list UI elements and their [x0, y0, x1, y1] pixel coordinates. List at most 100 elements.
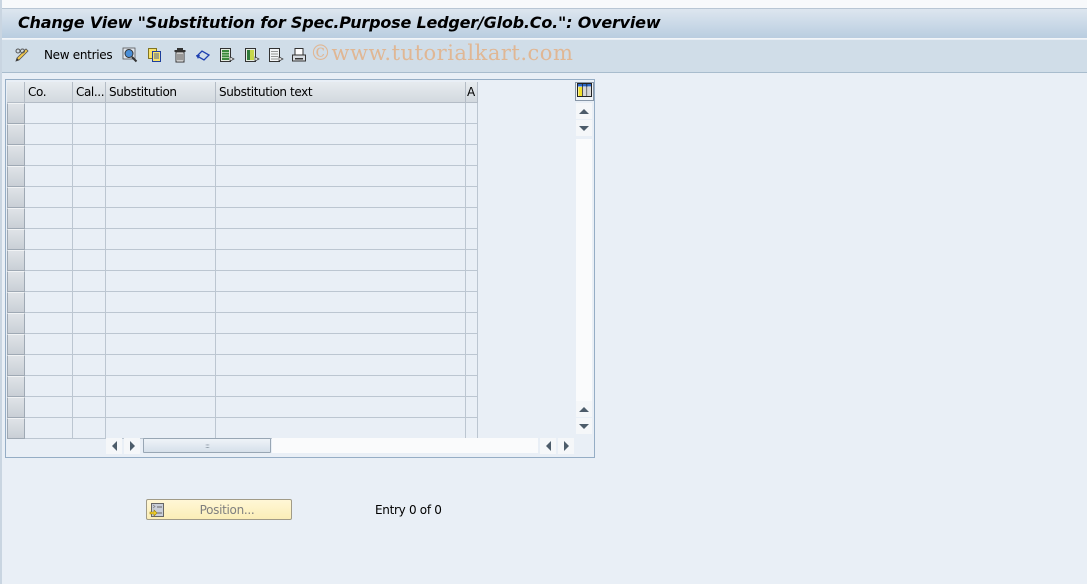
cell-company[interactable] — [25, 166, 73, 187]
cell-a[interactable] — [466, 334, 478, 355]
delete-button[interactable] — [172, 46, 188, 64]
row-selector[interactable] — [7, 145, 25, 166]
cell-a[interactable] — [466, 271, 478, 292]
cell-a[interactable] — [466, 397, 478, 418]
row-selector[interactable] — [7, 250, 25, 271]
horizontal-scroll-thumb[interactable]: ::: — [143, 438, 271, 453]
row-selector[interactable] — [7, 229, 25, 250]
cell-substitution[interactable] — [106, 397, 216, 418]
undo-change-button[interactable] — [195, 46, 211, 64]
scroll-down-button[interactable] — [576, 418, 592, 434]
cell-callup[interactable] — [73, 334, 106, 355]
copy-as-button[interactable] — [147, 46, 163, 64]
row-selector[interactable] — [7, 292, 25, 313]
cell-substitution-text[interactable] — [216, 418, 466, 439]
row-selector[interactable] — [7, 271, 25, 292]
cell-substitution[interactable] — [106, 292, 216, 313]
cell-company[interactable] — [25, 355, 73, 376]
cell-substitution[interactable] — [106, 334, 216, 355]
cell-substitution[interactable] — [106, 166, 216, 187]
cell-a[interactable] — [466, 292, 478, 313]
scroll-up-button[interactable] — [576, 401, 592, 417]
cell-substitution-text[interactable] — [216, 376, 466, 397]
cell-company[interactable] — [25, 103, 73, 124]
cell-a[interactable] — [466, 103, 478, 124]
cell-substitution-text[interactable] — [216, 355, 466, 376]
position-button[interactable]: Position... — [146, 499, 292, 520]
cell-company[interactable] — [25, 187, 73, 208]
cell-substitution-text[interactable] — [216, 250, 466, 271]
cell-company[interactable] — [25, 397, 73, 418]
vertical-scroll-track[interactable] — [576, 139, 592, 401]
row-selector[interactable] — [7, 313, 25, 334]
cell-callup[interactable] — [73, 418, 106, 439]
cell-a[interactable] — [466, 250, 478, 271]
cell-company[interactable] — [25, 376, 73, 397]
details-button[interactable] — [122, 46, 138, 64]
cell-substitution[interactable] — [106, 313, 216, 334]
scroll-right-end-button[interactable] — [558, 438, 574, 454]
cell-substitution-text[interactable] — [216, 166, 466, 187]
cell-callup[interactable] — [73, 271, 106, 292]
cell-a[interactable] — [466, 418, 478, 439]
row-selector[interactable] — [7, 418, 25, 439]
cell-substitution[interactable] — [106, 145, 216, 166]
cell-substitution-text[interactable] — [216, 229, 466, 250]
deselect-all-button[interactable] — [268, 46, 284, 64]
cell-a[interactable] — [466, 208, 478, 229]
scroll-right-button[interactable] — [124, 438, 140, 454]
select-all-button[interactable] — [219, 46, 235, 64]
cell-substitution[interactable] — [106, 187, 216, 208]
cell-substitution[interactable] — [106, 208, 216, 229]
cell-company[interactable] — [25, 292, 73, 313]
cell-substitution-text[interactable] — [216, 313, 466, 334]
col-header-substitution-text[interactable]: Substitution text — [216, 82, 466, 103]
scroll-page-down-button[interactable] — [576, 120, 592, 136]
column-configuration-button[interactable] — [575, 82, 594, 101]
cell-substitution[interactable] — [106, 250, 216, 271]
cell-a[interactable] — [466, 166, 478, 187]
row-selector[interactable] — [7, 166, 25, 187]
col-header-a[interactable]: A — [466, 82, 478, 103]
row-selector[interactable] — [7, 124, 25, 145]
cell-substitution[interactable] — [106, 124, 216, 145]
new-entries-button[interactable]: New entries — [14, 46, 113, 64]
cell-substitution[interactable] — [106, 103, 216, 124]
cell-callup[interactable] — [73, 250, 106, 271]
cell-company[interactable] — [25, 124, 73, 145]
cell-substitution-text[interactable] — [216, 292, 466, 313]
cell-substitution[interactable] — [106, 271, 216, 292]
cell-substitution-text[interactable] — [216, 334, 466, 355]
cell-a[interactable] — [466, 229, 478, 250]
cell-callup[interactable] — [73, 208, 106, 229]
cell-substitution[interactable] — [106, 355, 216, 376]
cell-callup[interactable] — [73, 355, 106, 376]
cell-substitution-text[interactable] — [216, 124, 466, 145]
cell-a[interactable] — [466, 124, 478, 145]
scroll-left-button[interactable] — [106, 438, 122, 454]
cell-substitution-text[interactable] — [216, 145, 466, 166]
col-header-substitution[interactable]: Substitution — [106, 82, 216, 103]
col-header-callup[interactable]: Cal... — [73, 82, 106, 103]
cell-substitution-text[interactable] — [216, 103, 466, 124]
row-selector[interactable] — [7, 103, 25, 124]
cell-company[interactable] — [25, 334, 73, 355]
cell-a[interactable] — [466, 145, 478, 166]
cell-callup[interactable] — [73, 145, 106, 166]
cell-callup[interactable] — [73, 229, 106, 250]
row-selector[interactable] — [7, 355, 25, 376]
cell-company[interactable] — [25, 208, 73, 229]
horizontal-scroll-track[interactable] — [272, 438, 538, 453]
row-selector[interactable] — [7, 334, 25, 355]
cell-a[interactable] — [466, 313, 478, 334]
cell-substitution[interactable] — [106, 229, 216, 250]
cell-callup[interactable] — [73, 292, 106, 313]
cell-substitution-text[interactable] — [216, 208, 466, 229]
cell-callup[interactable] — [73, 187, 106, 208]
row-selector[interactable] — [7, 187, 25, 208]
cell-substitution[interactable] — [106, 376, 216, 397]
cell-a[interactable] — [466, 187, 478, 208]
cell-callup[interactable] — [73, 124, 106, 145]
cell-substitution-text[interactable] — [216, 397, 466, 418]
cell-a[interactable] — [466, 355, 478, 376]
